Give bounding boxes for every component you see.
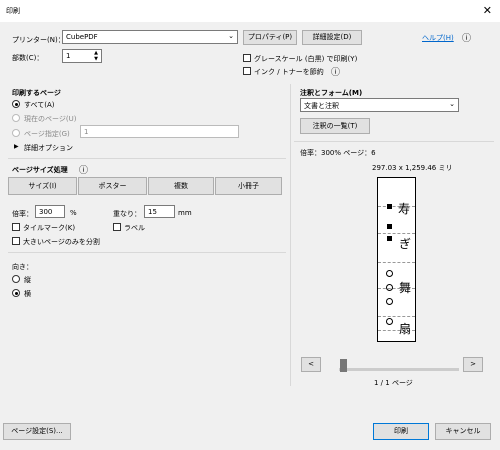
overlap-label: 重なり： bbox=[113, 210, 141, 218]
printer-select[interactable]: CubePDF ⌄ bbox=[62, 30, 238, 44]
preview-char: 舞 bbox=[399, 281, 412, 295]
scale-input[interactable]: 300 bbox=[35, 205, 65, 218]
landscape-radio[interactable] bbox=[12, 289, 20, 297]
portrait-label: 縦 bbox=[24, 276, 31, 284]
current-page-radio[interactable] bbox=[12, 114, 20, 122]
circle-mark bbox=[386, 318, 393, 325]
landscape-label: 横 bbox=[24, 290, 31, 298]
advanced-button[interactable]: 詳細設定(D) bbox=[302, 30, 362, 45]
large-only-label: 大きいページのみを分割 bbox=[23, 238, 100, 246]
tile-line bbox=[378, 262, 415, 263]
comments-select[interactable]: 文書と注釈 ⌄ bbox=[300, 98, 459, 112]
save-ink-label: インク / トナーを節約 bbox=[254, 68, 324, 76]
print-dialog: 印刷 ✕ プリンター(N)： CubePDF ⌄ プロパティ(P) 詳細設定(D… bbox=[0, 0, 500, 450]
section-divider bbox=[8, 158, 286, 159]
multiple-button[interactable]: 複数 bbox=[148, 177, 214, 195]
comments-list-button[interactable]: 注釈の一覧(T) bbox=[300, 118, 370, 134]
scale-unit: % bbox=[70, 209, 77, 217]
page-setup-button[interactable]: ページ設定(S)... bbox=[3, 423, 71, 440]
sizing-info-icon[interactable]: ⓘ bbox=[79, 163, 88, 176]
grayscale-label: グレースケール (白黒) で印刷(Y) bbox=[254, 55, 358, 63]
close-icon[interactable]: ✕ bbox=[483, 4, 492, 17]
tile-line bbox=[378, 233, 415, 234]
print-button[interactable]: 印刷 bbox=[373, 423, 429, 440]
orientation-title: 向き： bbox=[12, 263, 33, 271]
comments-section-title: 注釈とフォーム(M) bbox=[300, 89, 363, 97]
scale-label: 倍率： bbox=[12, 210, 33, 218]
properties-button[interactable]: プロパティ(P) bbox=[243, 30, 297, 45]
labels-label: ラベル bbox=[124, 224, 145, 232]
current-page-label: 現在のページ(U) bbox=[24, 115, 77, 123]
grayscale-checkbox[interactable] bbox=[243, 54, 251, 62]
pages-section-title: 印刷するページ bbox=[12, 89, 61, 97]
copies-label: 部数(C)： bbox=[12, 54, 44, 62]
portrait-radio[interactable] bbox=[12, 275, 20, 283]
size-button[interactable]: サイズ(I) bbox=[8, 177, 77, 195]
preview-char: 扇 bbox=[399, 322, 412, 336]
labels-checkbox[interactable] bbox=[113, 223, 121, 231]
comments-value: 文書と注釈 bbox=[304, 102, 339, 110]
square-mark bbox=[387, 236, 392, 241]
all-pages-label: すべて(A) bbox=[24, 101, 55, 109]
section-divider bbox=[294, 141, 494, 142]
tile-marks-label: タイルマーク(K) bbox=[23, 224, 76, 232]
chevron-down-icon: ⌄ bbox=[228, 32, 234, 40]
chevron-down-icon: ⌄ bbox=[449, 100, 455, 108]
help-link[interactable]: ヘルプ(H) bbox=[422, 33, 454, 43]
next-page-button[interactable]: > bbox=[463, 357, 483, 372]
circle-mark bbox=[386, 284, 393, 291]
printer-value: CubePDF bbox=[66, 33, 98, 41]
square-mark bbox=[387, 224, 392, 229]
page-range-value: 1 bbox=[84, 128, 89, 136]
sizing-section-title: ページサイズ処理 bbox=[12, 166, 68, 174]
preview-size: 297.03 x 1,259.46 ミリ bbox=[372, 164, 453, 172]
expand-triangle-icon[interactable]: ▶ bbox=[14, 143, 19, 150]
all-pages-radio[interactable] bbox=[12, 100, 20, 108]
overlap-value: 15 bbox=[148, 208, 157, 216]
poster-button[interactable]: ポスター bbox=[78, 177, 147, 195]
save-ink-checkbox[interactable] bbox=[243, 67, 251, 75]
booklet-button[interactable]: 小冊子 bbox=[215, 177, 282, 195]
tile-marks-checkbox[interactable] bbox=[12, 223, 20, 231]
preview-char: ぎ bbox=[399, 237, 412, 251]
page-slider-track[interactable] bbox=[339, 368, 459, 371]
preview-info: 倍率：300% ページ：6 bbox=[300, 149, 376, 157]
page-indicator: 1 / 1 ページ bbox=[374, 379, 413, 387]
page-range-radio[interactable] bbox=[12, 129, 20, 137]
circle-mark bbox=[386, 298, 393, 305]
page-slider-thumb[interactable] bbox=[340, 359, 347, 372]
prev-page-button[interactable]: < bbox=[301, 357, 321, 372]
page-preview: 寿 ぎ 舞 扇 bbox=[377, 177, 416, 342]
scale-value: 300 bbox=[39, 208, 53, 216]
overlap-unit: mm bbox=[178, 209, 192, 217]
info-icon[interactable]: ⓘ bbox=[331, 65, 340, 78]
copies-value: 1 bbox=[66, 52, 71, 60]
section-divider bbox=[8, 252, 286, 253]
help-icon[interactable]: ⓘ bbox=[462, 31, 471, 44]
preview-char: 寿 bbox=[398, 202, 411, 216]
panel-divider bbox=[290, 84, 291, 386]
square-mark bbox=[387, 204, 392, 209]
overlap-input[interactable]: 15 bbox=[144, 205, 175, 218]
cancel-button[interactable]: キャンセル bbox=[435, 423, 491, 440]
large-only-checkbox[interactable] bbox=[12, 237, 20, 245]
page-range-input[interactable]: 1 bbox=[80, 125, 239, 138]
copies-stepper[interactable]: ▲ ▼ bbox=[91, 50, 101, 62]
more-options-link[interactable]: 詳細オプション bbox=[24, 143, 73, 153]
circle-mark bbox=[386, 270, 393, 277]
title-bar: 印刷 ✕ bbox=[0, 0, 500, 22]
page-range-label: ページ指定(G) bbox=[24, 130, 70, 138]
window-title: 印刷 bbox=[6, 7, 20, 15]
tile-line bbox=[378, 316, 415, 317]
printer-label: プリンター(N)： bbox=[12, 36, 65, 44]
